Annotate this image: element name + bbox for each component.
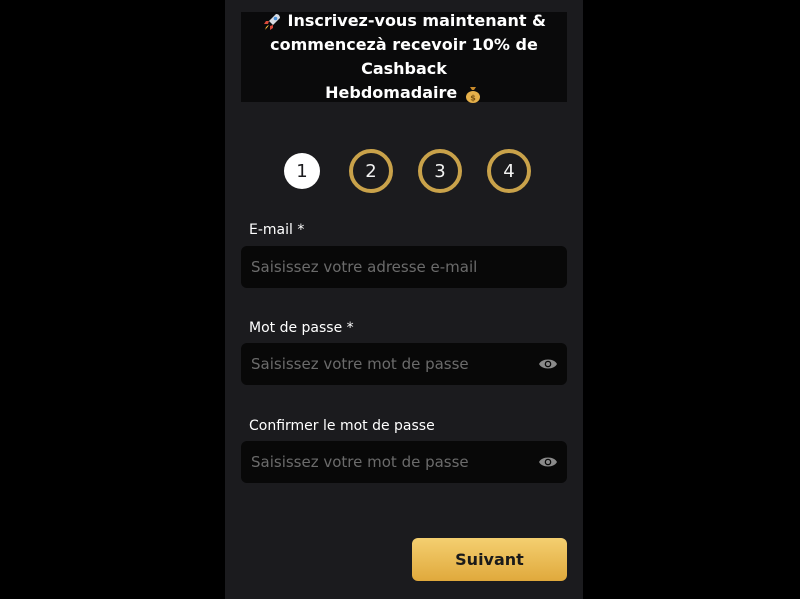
promo-banner: Inscrivez-vous maintenant & commencezà r… [241,9,567,105]
confirm-password-label: Confirmer le mot de passe [249,418,435,434]
password-input[interactable] [241,343,537,385]
money-bag-emoji-icon: $ [463,84,483,104]
promo-line-3: Hebdomadaire [325,83,458,102]
step-3[interactable]: 3 [418,149,462,193]
email-label: E-mail * [249,222,305,238]
promo-line-1: Inscrivez-vous maintenant & [287,11,547,30]
eye-icon[interactable] [537,353,559,375]
next-button[interactable]: Suivant [412,538,567,581]
email-input[interactable] [241,246,567,288]
promo-banner-text: Inscrivez-vous maintenant & commencezà r… [241,9,567,105]
password-field-container [241,343,567,385]
confirm-password-field-container [241,441,567,483]
promo-line-2: commencezà recevoir 10% de Cashback [270,35,538,78]
password-label: Mot de passe * [249,320,354,336]
step-4[interactable]: 4 [487,149,531,193]
step-1[interactable]: 1 [284,153,320,189]
confirm-password-input[interactable] [241,441,537,483]
eye-icon[interactable] [537,451,559,473]
rocket-emoji-icon [262,12,282,32]
step-2[interactable]: 2 [349,149,393,193]
signup-panel: Inscrivez-vous maintenant & commencezà r… [225,0,583,599]
svg-text:$: $ [470,93,476,102]
step-indicator: 1 2 3 4 [282,149,532,194]
email-field-container [241,246,567,288]
